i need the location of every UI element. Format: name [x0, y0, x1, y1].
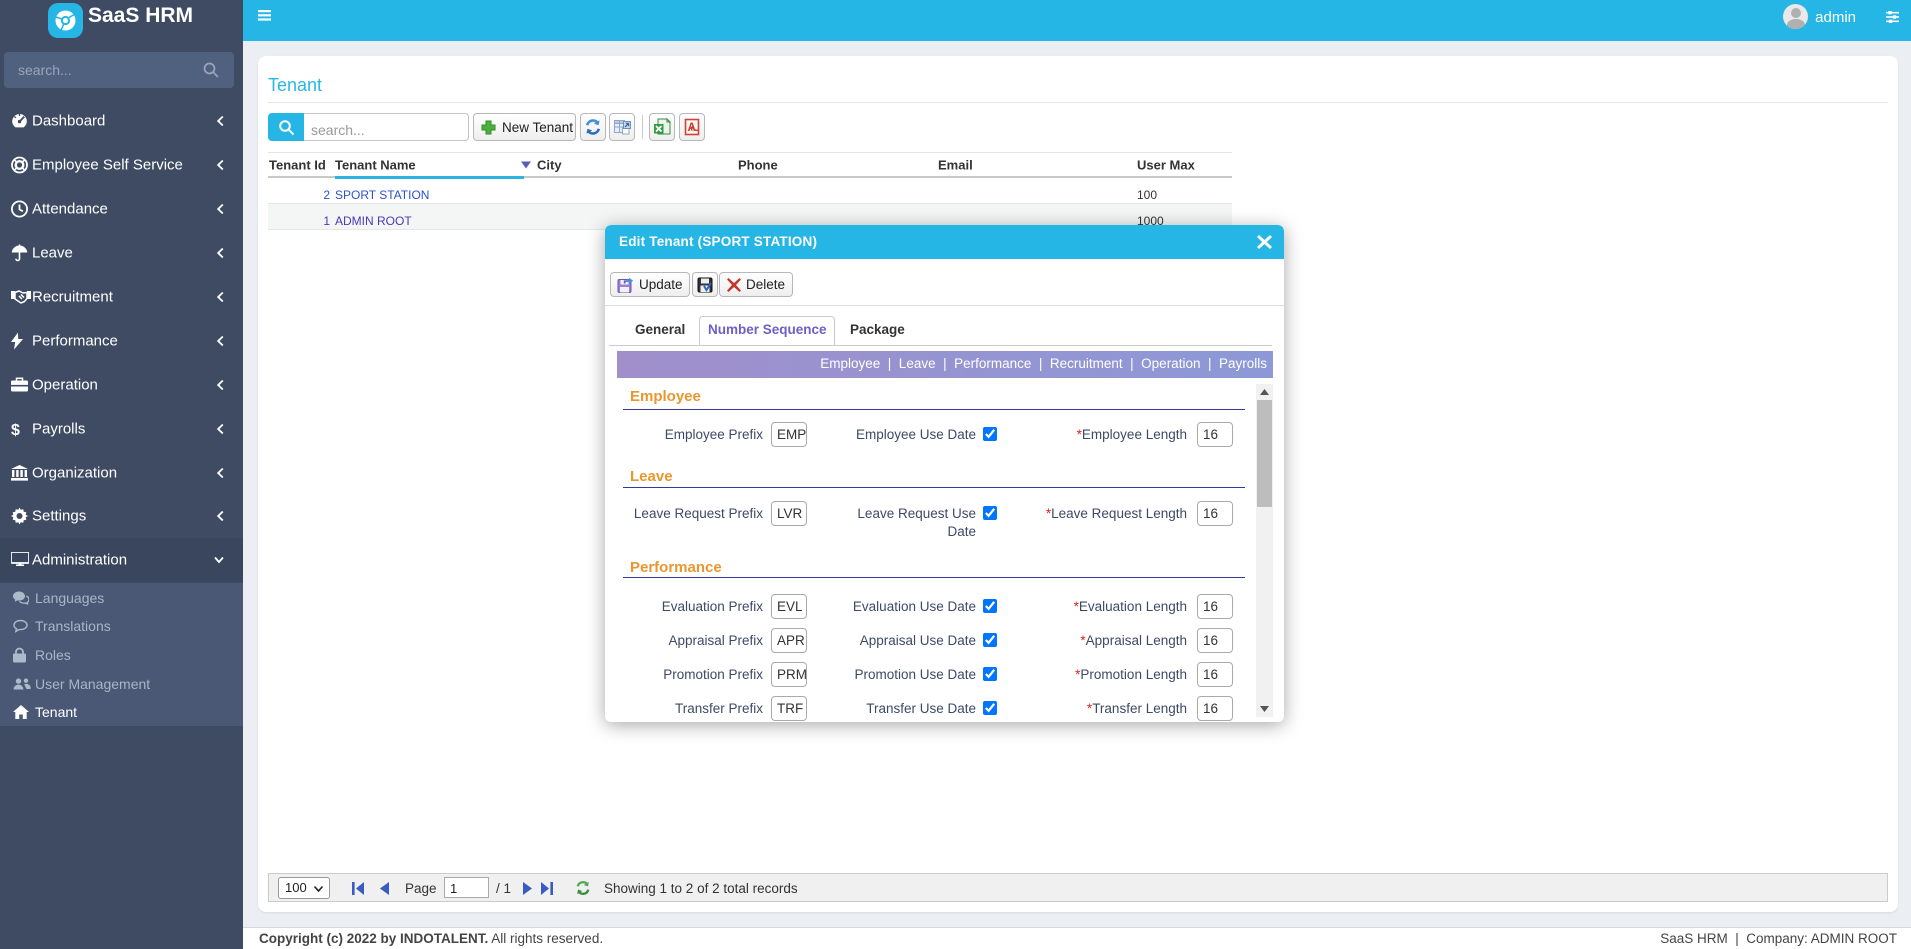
- svg-text:$: $: [11, 422, 20, 438]
